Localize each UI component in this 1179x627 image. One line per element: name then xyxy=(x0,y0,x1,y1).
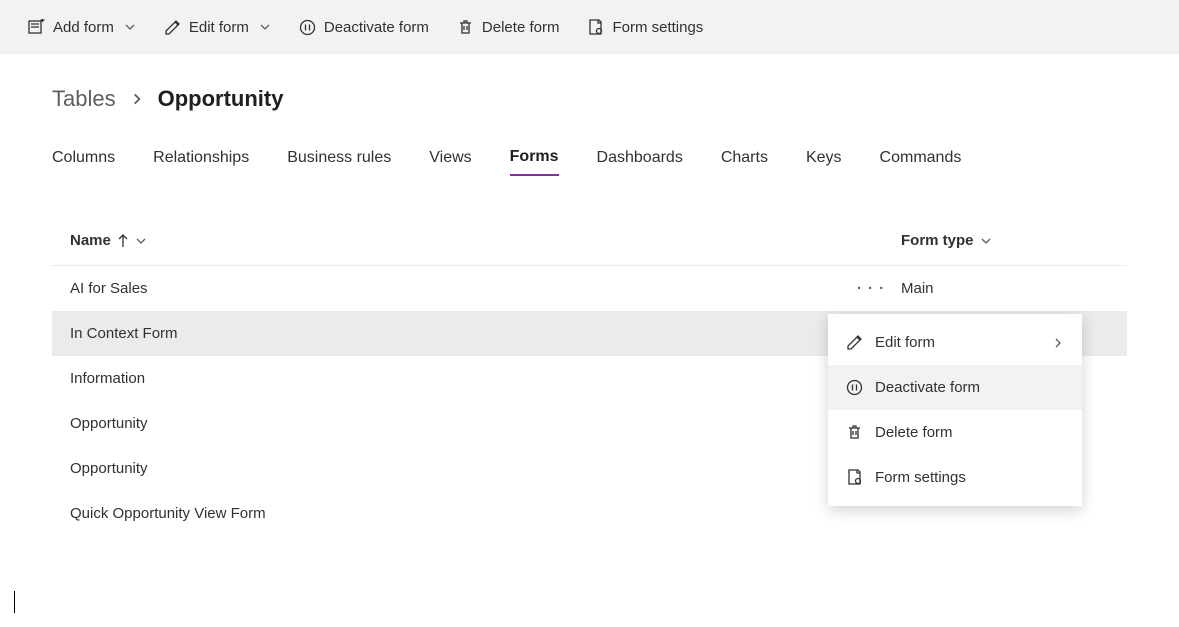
tab-strip: Columns Relationships Business rules Vie… xyxy=(0,112,1179,176)
chevron-down-icon xyxy=(135,235,147,247)
breadcrumb-current: Opportunity xyxy=(158,86,284,112)
deactivate-form-label: Deactivate form xyxy=(324,19,429,36)
ctx-deactivate-label: Deactivate form xyxy=(875,379,980,396)
table-row[interactable]: AI for Sales· · ·Main xyxy=(52,266,1127,311)
row-name: Opportunity xyxy=(68,460,841,477)
ctx-settings-label: Form settings xyxy=(875,469,966,486)
tab-forms[interactable]: Forms xyxy=(510,148,559,176)
chevron-down-icon xyxy=(980,235,992,247)
tab-relationships[interactable]: Relationships xyxy=(153,149,249,175)
ctx-deactivate-form[interactable]: Deactivate form xyxy=(828,365,1082,410)
tab-views[interactable]: Views xyxy=(429,149,471,175)
tab-commands[interactable]: Commands xyxy=(880,149,962,175)
ctx-form-settings[interactable]: Form settings xyxy=(828,455,1082,500)
row-name: Quick Opportunity View Form xyxy=(68,505,841,522)
ctx-delete-label: Delete form xyxy=(875,424,953,441)
form-settings-label: Form settings xyxy=(612,19,703,36)
edit-form-label: Edit form xyxy=(189,19,249,36)
row-name: Information xyxy=(68,370,841,387)
pause-circle-icon xyxy=(846,379,863,396)
row-name: AI for Sales xyxy=(68,280,841,297)
deactivate-form-button[interactable]: Deactivate form xyxy=(299,19,429,36)
sort-asc-icon xyxy=(117,234,129,248)
breadcrumb: Tables Opportunity xyxy=(0,54,1179,112)
pencil-icon xyxy=(846,334,863,351)
row-name: In Context Form xyxy=(68,325,841,342)
column-name-label: Name xyxy=(70,232,111,249)
form-settings-icon xyxy=(587,19,604,36)
tab-columns[interactable]: Columns xyxy=(52,149,115,175)
row-form-type: Main xyxy=(901,280,1111,297)
ctx-edit-label: Edit form xyxy=(875,334,935,351)
ctx-delete-form[interactable]: Delete form xyxy=(828,410,1082,455)
text-caret xyxy=(14,591,15,613)
command-bar: Add form Edit form Deactivate form Delet… xyxy=(0,0,1179,54)
grid-header: Name Form type xyxy=(52,216,1127,266)
row-name: Opportunity xyxy=(68,415,841,432)
chevron-down-icon xyxy=(124,21,136,33)
chevron-right-icon xyxy=(130,86,144,112)
chevron-down-icon xyxy=(259,21,271,33)
add-form-label: Add form xyxy=(53,19,114,36)
row-more-actions[interactable]: · · · xyxy=(841,280,901,297)
tab-charts[interactable]: Charts xyxy=(721,149,768,175)
pencil-icon xyxy=(164,19,181,36)
tab-keys[interactable]: Keys xyxy=(806,149,842,175)
trash-icon xyxy=(457,19,474,36)
row-context-menu: Edit form Deactivate form Delete form Fo… xyxy=(828,314,1082,506)
forms-grid: Name Form type AI for Sales· · ·Main In C… xyxy=(0,176,1179,536)
form-settings-button[interactable]: Form settings xyxy=(587,19,703,36)
pause-circle-icon xyxy=(299,19,316,36)
tab-dashboards[interactable]: Dashboards xyxy=(597,149,683,175)
ctx-edit-form[interactable]: Edit form xyxy=(828,320,1082,365)
breadcrumb-tables[interactable]: Tables xyxy=(52,86,116,112)
column-header-name[interactable]: Name xyxy=(68,232,841,249)
add-form-icon xyxy=(28,19,45,36)
chevron-right-icon xyxy=(1052,337,1064,349)
column-header-form-type[interactable]: Form type xyxy=(901,232,1111,249)
form-settings-icon xyxy=(846,469,863,486)
add-form-button[interactable]: Add form xyxy=(28,19,136,36)
trash-icon xyxy=(846,424,863,441)
column-type-label: Form type xyxy=(901,232,974,249)
edit-form-button[interactable]: Edit form xyxy=(164,19,271,36)
delete-form-button[interactable]: Delete form xyxy=(457,19,560,36)
tab-business-rules[interactable]: Business rules xyxy=(287,149,391,175)
delete-form-label: Delete form xyxy=(482,19,560,36)
